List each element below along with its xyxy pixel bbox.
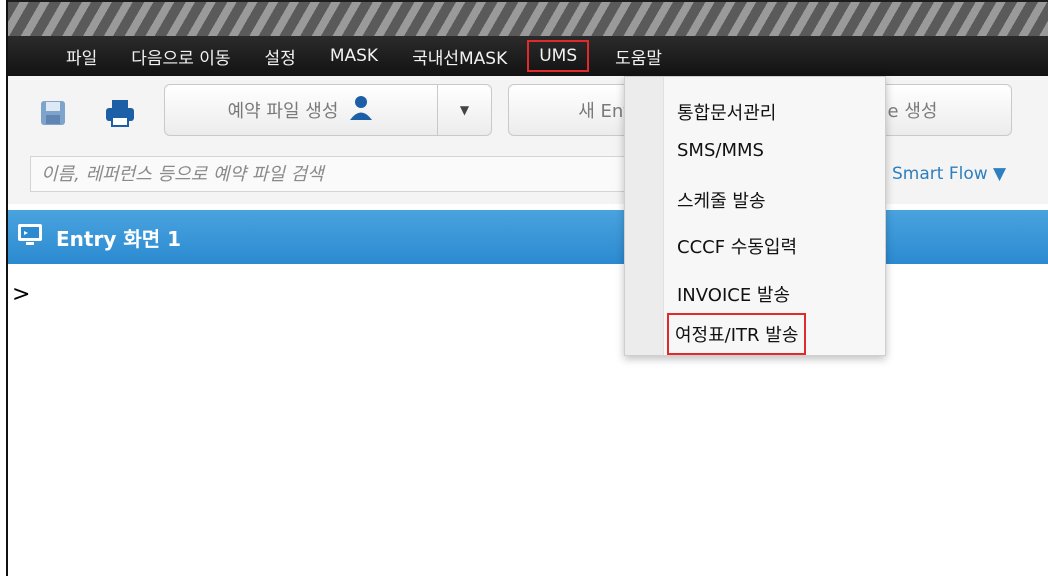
monitor-icon [16, 222, 44, 252]
person-icon [348, 95, 374, 126]
save-icon[interactable] [38, 98, 68, 128]
create-file-label: le 생성 [882, 101, 938, 122]
reservation-search-input[interactable] [30, 156, 700, 192]
menu-go-to[interactable]: 다음으로 이동 [125, 40, 236, 73]
menu-item-cccf-manual-input[interactable]: CCCF 수동입력 [677, 233, 797, 259]
toolbar: 예약 파일 생성 ▼ 새 Entr le 생성 [8, 76, 1048, 147]
menu-item-schedule-send[interactable]: 스케줄 발송 [677, 187, 766, 213]
smart-flow-link[interactable]: Smart Flow ▼ [892, 164, 1006, 184]
create-reservation-file-label: 예약 파일 생성 [227, 101, 339, 122]
menu-help[interactable]: 도움말 [609, 40, 668, 73]
create-reservation-file-button[interactable]: 예약 파일 생성 [164, 84, 438, 136]
menu-item-integrated-documents[interactable]: 통합문서관리 [677, 99, 776, 125]
print-icon[interactable] [104, 98, 134, 128]
menu-mask[interactable]: MASK [324, 42, 384, 70]
menu-item-invoice-send[interactable]: INVOICE 발송 [677, 281, 790, 307]
reservation-dropdown-button[interactable]: ▼ [438, 84, 492, 136]
menu-gutter [625, 77, 664, 355]
menu-file[interactable]: 파일 [60, 40, 103, 73]
window-title-stripe [8, 0, 1048, 38]
menu-item-itinerary-itr-send[interactable]: 여정표/ITR 발송 [666, 313, 807, 355]
search-row: Smart Flow ▼ [8, 146, 1048, 204]
menu-settings[interactable]: 설정 [259, 40, 302, 73]
caret-down-icon: ▼ [459, 103, 470, 117]
menu-domestic-mask[interactable]: 국내선MASK [406, 40, 513, 73]
entry-screen-header: Entry 화면 1 [8, 210, 1048, 264]
menu-item-sms-mms[interactable]: SMS/MMS [677, 140, 764, 161]
menu-bar: 파일 다음으로 이동 설정 MASK 국내선MASK UMS 도움말 [8, 36, 1048, 76]
expander-chevron[interactable]: > [12, 282, 30, 307]
menu-ums[interactable]: UMS [527, 40, 590, 72]
entry-screen-title: Entry 화면 1 [56, 226, 182, 251]
ums-dropdown-menu: 통합문서관리 SMS/MMS 스케줄 발송 CCCF 수동입력 INVOICE … [624, 76, 886, 356]
